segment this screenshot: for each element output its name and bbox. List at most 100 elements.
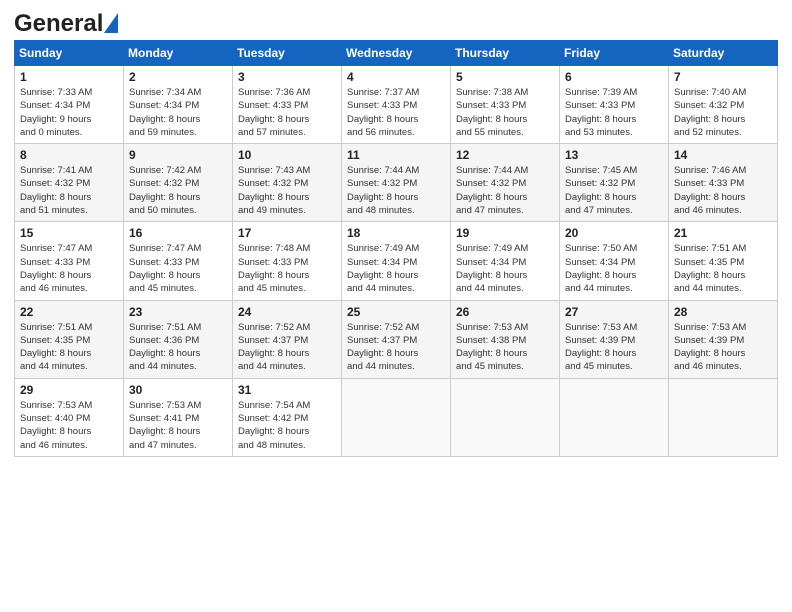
col-header-thursday: Thursday xyxy=(451,41,560,66)
calendar-cell: 4Sunrise: 7:37 AMSunset: 4:33 PMDaylight… xyxy=(342,66,451,144)
calendar-cell: 7 Sunrise: 7:40 AMSunset: 4:32 PMDaylight… xyxy=(669,66,778,144)
day-info: Sunrise: 7:53 AMSunset: 4:39 PMDaylight:… xyxy=(565,321,663,374)
calendar-cell: 20Sunrise: 7:50 AMSunset: 4:34 PMDayligh… xyxy=(560,222,669,300)
header: General xyxy=(14,10,778,32)
calendar-cell: 8Sunrise: 7:41 AMSunset: 4:32 PMDaylight… xyxy=(15,144,124,222)
day-info: Sunrise: 7:36 AMSunset: 4:33 PMDaylight:… xyxy=(238,86,336,139)
col-header-monday: Monday xyxy=(124,41,233,66)
day-number: 28 xyxy=(674,305,772,319)
calendar-table: SundayMondayTuesdayWednesdayThursdayFrid… xyxy=(14,40,778,457)
day-info: Sunrise: 7:53 AMSunset: 4:38 PMDaylight:… xyxy=(456,321,554,374)
calendar-cell: 24Sunrise: 7:52 AMSunset: 4:37 PMDayligh… xyxy=(233,300,342,378)
calendar-cell xyxy=(451,378,560,456)
calendar-cell: 22 Sunrise: 7:51 AMSunset: 4:35 PMDayligh… xyxy=(15,300,124,378)
calendar-cell: 15 Sunrise: 7:47 AMSunset: 4:33 PMDayligh… xyxy=(15,222,124,300)
calendar-cell: 23 Sunrise: 7:51 AMSunset: 4:36 PMDayligh… xyxy=(124,300,233,378)
day-info: Sunrise: 7:33 AMSunset: 4:34 PMDaylight:… xyxy=(20,86,118,139)
calendar-week-1: 1 Sunrise: 7:33 AMSunset: 4:34 PMDaylight… xyxy=(15,66,778,144)
calendar-cell: 17Sunrise: 7:48 AMSunset: 4:33 PMDayligh… xyxy=(233,222,342,300)
day-info: Sunrise: 7:53 AMSunset: 4:39 PMDaylight:… xyxy=(674,321,772,374)
day-number: 31 xyxy=(238,383,336,397)
calendar-cell: 31 Sunrise: 7:54 AMSunset: 4:42 PMDayligh… xyxy=(233,378,342,456)
day-number: 14 xyxy=(674,148,772,162)
day-info: Sunrise: 7:41 AMSunset: 4:32 PMDaylight:… xyxy=(20,164,118,217)
day-info: Sunrise: 7:49 AMSunset: 4:34 PMDaylight:… xyxy=(456,242,554,295)
calendar-cell: 5Sunrise: 7:38 AMSunset: 4:33 PMDaylight… xyxy=(451,66,560,144)
calendar-cell: 2 Sunrise: 7:34 AMSunset: 4:34 PMDaylight… xyxy=(124,66,233,144)
day-number: 2 xyxy=(129,70,227,84)
logo: General xyxy=(14,10,118,38)
day-number: 9 xyxy=(129,148,227,162)
logo-area: General xyxy=(14,10,118,32)
day-number: 23 xyxy=(129,305,227,319)
day-info: Sunrise: 7:52 AMSunset: 4:37 PMDaylight:… xyxy=(238,321,336,374)
day-info: Sunrise: 7:45 AMSunset: 4:32 PMDaylight:… xyxy=(565,164,663,217)
day-number: 10 xyxy=(238,148,336,162)
calendar-cell: 19Sunrise: 7:49 AMSunset: 4:34 PMDayligh… xyxy=(451,222,560,300)
day-info: Sunrise: 7:47 AMSunset: 4:33 PMDaylight:… xyxy=(129,242,227,295)
day-number: 21 xyxy=(674,226,772,240)
calendar-week-5: 29Sunrise: 7:53 AMSunset: 4:40 PMDayligh… xyxy=(15,378,778,456)
calendar-cell: 26 Sunrise: 7:53 AMSunset: 4:38 PMDayligh… xyxy=(451,300,560,378)
day-info: Sunrise: 7:48 AMSunset: 4:33 PMDaylight:… xyxy=(238,242,336,295)
day-info: Sunrise: 7:37 AMSunset: 4:33 PMDaylight:… xyxy=(347,86,445,139)
calendar-cell: 11Sunrise: 7:44 AMSunset: 4:32 PMDayligh… xyxy=(342,144,451,222)
calendar-cell: 1 Sunrise: 7:33 AMSunset: 4:34 PMDaylight… xyxy=(15,66,124,144)
calendar-cell xyxy=(560,378,669,456)
day-info: Sunrise: 7:53 AMSunset: 4:41 PMDaylight:… xyxy=(129,399,227,452)
col-header-sunday: Sunday xyxy=(15,41,124,66)
day-info: Sunrise: 7:43 AMSunset: 4:32 PMDaylight:… xyxy=(238,164,336,217)
day-number: 26 xyxy=(456,305,554,319)
logo-general: General xyxy=(14,10,103,38)
calendar-cell: 28 Sunrise: 7:53 AMSunset: 4:39 PMDayligh… xyxy=(669,300,778,378)
calendar-cell: 21 Sunrise: 7:51 AMSunset: 4:35 PMDayligh… xyxy=(669,222,778,300)
day-info: Sunrise: 7:51 AMSunset: 4:36 PMDaylight:… xyxy=(129,321,227,374)
day-number: 22 xyxy=(20,305,118,319)
calendar-cell: 29Sunrise: 7:53 AMSunset: 4:40 PMDayligh… xyxy=(15,378,124,456)
calendar-cell: 3Sunrise: 7:36 AMSunset: 4:33 PMDaylight… xyxy=(233,66,342,144)
day-info: Sunrise: 7:40 AMSunset: 4:32 PMDaylight:… xyxy=(674,86,772,139)
day-info: Sunrise: 7:51 AMSunset: 4:35 PMDaylight:… xyxy=(20,321,118,374)
calendar-cell: 30 Sunrise: 7:53 AMSunset: 4:41 PMDayligh… xyxy=(124,378,233,456)
day-info: Sunrise: 7:54 AMSunset: 4:42 PMDaylight:… xyxy=(238,399,336,452)
calendar-cell: 16 Sunrise: 7:47 AMSunset: 4:33 PMDayligh… xyxy=(124,222,233,300)
day-number: 5 xyxy=(456,70,554,84)
day-number: 15 xyxy=(20,226,118,240)
calendar-week-2: 8Sunrise: 7:41 AMSunset: 4:32 PMDaylight… xyxy=(15,144,778,222)
day-number: 27 xyxy=(565,305,663,319)
day-info: Sunrise: 7:47 AMSunset: 4:33 PMDaylight:… xyxy=(20,242,118,295)
day-info: Sunrise: 7:44 AMSunset: 4:32 PMDaylight:… xyxy=(347,164,445,217)
col-header-friday: Friday xyxy=(560,41,669,66)
day-number: 18 xyxy=(347,226,445,240)
calendar-cell: 14 Sunrise: 7:46 AMSunset: 4:33 PMDayligh… xyxy=(669,144,778,222)
day-number: 25 xyxy=(347,305,445,319)
calendar-cell: 12 Sunrise: 7:44 AMSunset: 4:32 PMDayligh… xyxy=(451,144,560,222)
calendar-cell: 6 Sunrise: 7:39 AMSunset: 4:33 PMDaylight… xyxy=(560,66,669,144)
calendar-cell: 25 Sunrise: 7:52 AMSunset: 4:37 PMDayligh… xyxy=(342,300,451,378)
calendar-cell: 27 Sunrise: 7:53 AMSunset: 4:39 PMDayligh… xyxy=(560,300,669,378)
day-number: 1 xyxy=(20,70,118,84)
day-number: 29 xyxy=(20,383,118,397)
calendar-cell: 13 Sunrise: 7:45 AMSunset: 4:32 PMDayligh… xyxy=(560,144,669,222)
day-info: Sunrise: 7:42 AMSunset: 4:32 PMDaylight:… xyxy=(129,164,227,217)
calendar-header-row: SundayMondayTuesdayWednesdayThursdayFrid… xyxy=(15,41,778,66)
day-number: 12 xyxy=(456,148,554,162)
day-number: 20 xyxy=(565,226,663,240)
page: General SundayMondayTuesdayWednesdayThur… xyxy=(0,0,792,612)
day-info: Sunrise: 7:44 AMSunset: 4:32 PMDaylight:… xyxy=(456,164,554,217)
day-number: 30 xyxy=(129,383,227,397)
day-info: Sunrise: 7:51 AMSunset: 4:35 PMDaylight:… xyxy=(674,242,772,295)
day-number: 16 xyxy=(129,226,227,240)
calendar-cell: 18Sunrise: 7:49 AMSunset: 4:34 PMDayligh… xyxy=(342,222,451,300)
col-header-wednesday: Wednesday xyxy=(342,41,451,66)
calendar-week-3: 15 Sunrise: 7:47 AMSunset: 4:33 PMDayligh… xyxy=(15,222,778,300)
day-info: Sunrise: 7:46 AMSunset: 4:33 PMDaylight:… xyxy=(674,164,772,217)
day-info: Sunrise: 7:52 AMSunset: 4:37 PMDaylight:… xyxy=(347,321,445,374)
day-info: Sunrise: 7:34 AMSunset: 4:34 PMDaylight:… xyxy=(129,86,227,139)
col-header-tuesday: Tuesday xyxy=(233,41,342,66)
day-number: 13 xyxy=(565,148,663,162)
day-info: Sunrise: 7:39 AMSunset: 4:33 PMDaylight:… xyxy=(565,86,663,139)
day-number: 7 xyxy=(674,70,772,84)
day-number: 6 xyxy=(565,70,663,84)
calendar-week-4: 22 Sunrise: 7:51 AMSunset: 4:35 PMDayligh… xyxy=(15,300,778,378)
